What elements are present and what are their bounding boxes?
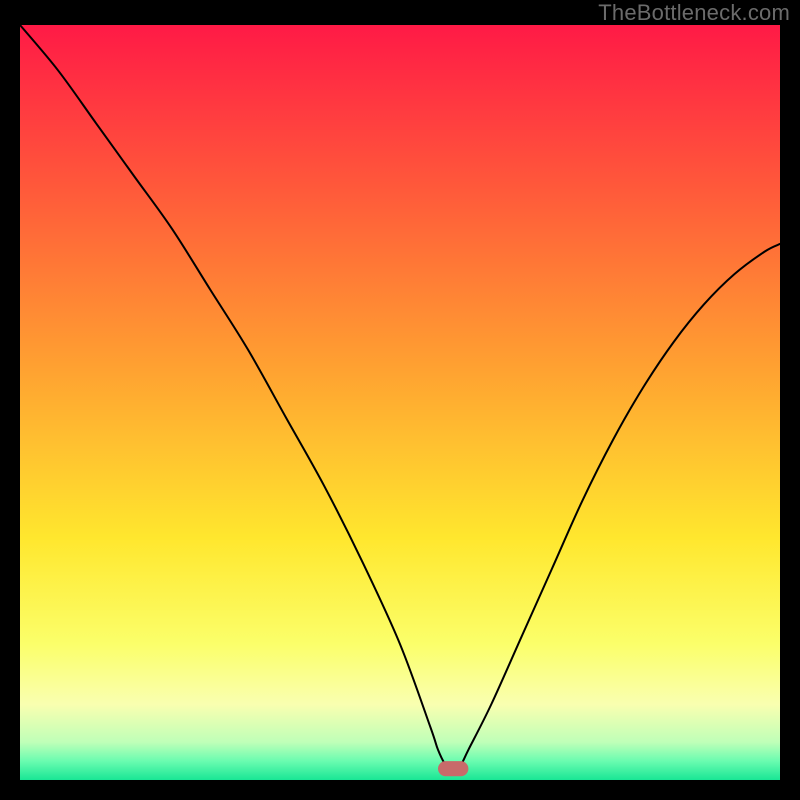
- chart-svg: [20, 25, 780, 780]
- optimal-point-marker: [438, 761, 468, 776]
- chart-background: [20, 25, 780, 780]
- watermark-text: TheBottleneck.com: [598, 0, 790, 26]
- chart-plot: [20, 25, 780, 780]
- chart-frame: TheBottleneck.com: [0, 0, 800, 800]
